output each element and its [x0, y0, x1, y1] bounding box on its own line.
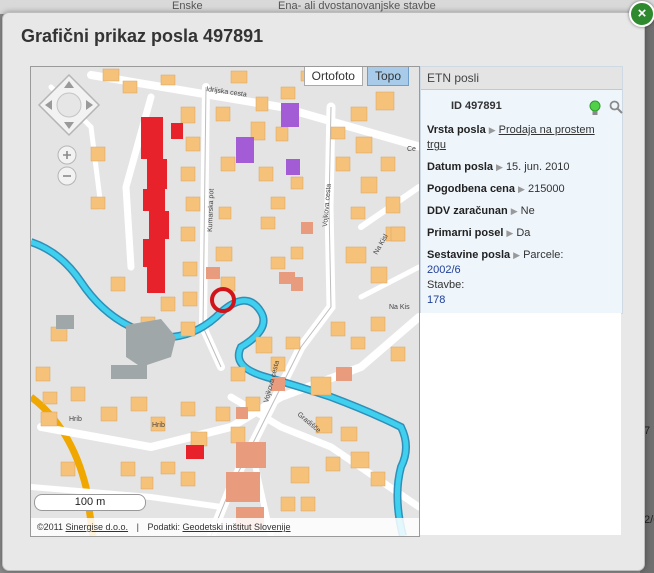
data-label: Podatki: [147, 522, 180, 532]
street-label-7: Hrib [152, 422, 165, 429]
data-source-link[interactable]: Geodetski inštitut Slovenije [182, 522, 290, 532]
field-datum: Datum posla ▶ 15. jun. 2010 [427, 160, 616, 175]
map-attribution: ©2011 Sinergise d.o.o. | Podatki: Geodet… [31, 518, 419, 536]
field-primarni: Primarni posel ▶ Da [427, 226, 616, 241]
street-label-10: Ce [407, 146, 416, 153]
field-primarni-label: Primarni posel [427, 227, 504, 239]
street-label-6: Hrib [69, 416, 82, 423]
dialog-title: Grafični prikaz posla 497891 [21, 26, 264, 46]
arrow-icon: ▶ [496, 162, 503, 172]
arrow-icon: ▶ [513, 250, 521, 260]
arrow-icon: ▶ [488, 125, 496, 135]
field-cena-value: 215000 [527, 183, 565, 195]
deal-id: ID 497891 [427, 96, 623, 116]
side-hint-b: 2/6 [644, 514, 654, 526]
field-vrsta: Vrsta posla ▶ Prodaja na prostem trgu [427, 123, 616, 153]
field-datum-value: 15. jun. 2010 [505, 161, 570, 173]
field-sestavine: Sestavine posla ▶ Parcele: 2002/6 Stavbe: … [427, 248, 616, 308]
field-ddv: DDV zaračunan ▶ Ne [427, 204, 616, 219]
etn-panel: ETN posli ID 497891 Vrsta posla ▶ Prodaja … [420, 66, 623, 314]
field-cena-label: Pogodbena cena [427, 183, 516, 195]
panel-body: ID 497891 Vrsta posla ▶ Prodaja na prostem… [421, 90, 623, 308]
copyright-text: ©2011 [37, 522, 63, 532]
layer-tab-topo[interactable]: Topo [366, 67, 409, 86]
field-stavbe-value[interactable]: 178 [427, 294, 445, 306]
map-view[interactable]: Idrijska cesta Kumarska pot Vojkova cest… [30, 66, 420, 537]
arrow-icon: ▶ [506, 228, 514, 238]
arrow-icon: ▶ [518, 184, 525, 194]
field-datum-label: Datum posla [427, 161, 494, 173]
panel-title: ETN posli [421, 67, 622, 90]
field-ddv-value: Ne [520, 205, 535, 217]
field-parcele-value[interactable]: 2002/6 [427, 264, 461, 276]
search-icon[interactable] [609, 100, 623, 114]
company-link[interactable]: Sinergise d.o.o. [66, 522, 129, 532]
background-text-1: Enske [172, 0, 203, 12]
field-primarni-value: Da [516, 227, 531, 239]
attribution-separator: | [136, 522, 139, 532]
field-ddv-label: DDV zaračunan [427, 205, 508, 217]
field-cena: Pogodbena cena ▶ 215000 [427, 182, 616, 197]
map-canvas: Idrijska cesta Kumarska pot Vojkova cest… [31, 67, 419, 536]
field-sestavine-label: Sestavine posla [427, 249, 511, 261]
close-button[interactable]: × [629, 1, 654, 27]
pan-control[interactable] [37, 73, 101, 137]
layer-tab-ortofoto[interactable]: Ortofoto [303, 67, 363, 86]
map-dialog: Grafični prikaz posla 497891 Idrijska ce… [2, 12, 645, 571]
lightbulb-icon[interactable] [589, 100, 601, 116]
zoom-control[interactable] [56, 145, 78, 187]
arrow-icon: ▶ [510, 206, 518, 216]
field-stavbe-label: Stavbe: [427, 279, 465, 291]
field-vrsta-label: Vrsta posla [427, 124, 486, 136]
deal-id-label: ID 497891 [451, 100, 502, 112]
scale-bar: 100 m [34, 494, 146, 511]
street-label-5: Na Kis [389, 304, 410, 311]
field-parcele-label: Parcele: [523, 249, 564, 261]
panel-empty-area [420, 313, 621, 535]
background-text-2: Ena- ali dvostanovanjske stavbe [278, 0, 436, 12]
layer-switcher: Ortofoto Topo [303, 67, 409, 86]
